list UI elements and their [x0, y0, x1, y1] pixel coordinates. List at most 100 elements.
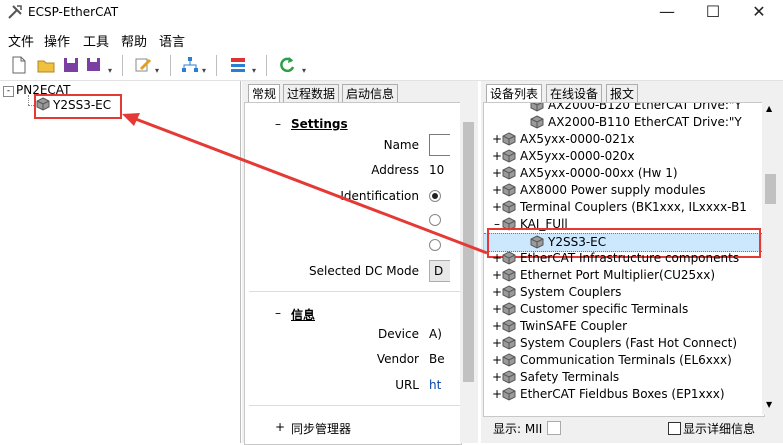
list-item[interactable]: + Communication Terminals (EL6xxx): [484, 352, 764, 369]
info-heading: 信息: [291, 308, 316, 322]
expand-icon[interactable]: +: [492, 370, 502, 384]
device-dropdown-chevron-icon[interactable]: ▾: [252, 66, 258, 75]
url-link[interactable]: ht: [429, 378, 441, 392]
device-box-icon: [502, 200, 516, 214]
toolbar-divider: [170, 55, 171, 76]
edit-dropdown-chevron-icon[interactable]: ▾: [155, 66, 161, 75]
list-item[interactable]: + TwinSAFE Coupler: [484, 318, 764, 335]
settings-collapse-toggle[interactable]: –: [275, 117, 281, 131]
show-details-label: 显示详细信息: [683, 422, 756, 436]
dc-mode-select[interactable]: D: [429, 260, 450, 282]
identification-radio-2[interactable]: [429, 214, 441, 226]
address-label: Address: [371, 163, 419, 177]
tab-process-data[interactable]: 过程数据: [283, 84, 340, 103]
expand-icon[interactable]: +: [492, 132, 502, 146]
tab-device-list[interactable]: 设备列表: [486, 84, 543, 103]
list-item[interactable]: + EtherCAT Infrastructure components: [484, 250, 764, 267]
list-item-label: System Couplers (Fast Hot Connect): [520, 336, 738, 350]
list-item-label: TwinSAFE Coupler: [520, 319, 628, 333]
network-dropdown-chevron-icon[interactable]: ▾: [202, 66, 208, 75]
list-item[interactable]: + System Couplers: [484, 284, 764, 301]
refresh-dropdown-chevron-icon[interactable]: ▾: [302, 66, 308, 75]
list-item[interactable]: + AX5yxx-0000-021x: [484, 131, 764, 148]
expand-icon[interactable]: +: [492, 387, 502, 401]
network-icon[interactable]: [180, 55, 200, 75]
list-item[interactable]: + Safety Terminals: [484, 369, 764, 386]
identification-radio-3[interactable]: [429, 239, 441, 251]
list-item[interactable]: AX2000-B110 EtherCAT Drive:"Y: [484, 114, 764, 131]
show-details-checkbox[interactable]: [668, 422, 681, 435]
device-list-icon[interactable]: [228, 55, 248, 75]
list-item[interactable]: + AX5yxx-0000-00xx (Hw 1): [484, 165, 764, 182]
save-as-icon[interactable]: [85, 55, 105, 75]
window-title: ECSP-EtherCAT: [28, 5, 119, 19]
scrollbar-thumb[interactable]: [463, 122, 474, 382]
device-box-icon: [502, 285, 516, 299]
menu-operate[interactable]: 操作: [44, 31, 70, 50]
refresh-icon[interactable]: [277, 55, 297, 75]
expand-icon[interactable]: +: [492, 319, 502, 333]
list-item[interactable]: + Ethernet Port Multiplier(CU25xx): [484, 267, 764, 284]
tab-online-devices[interactable]: 在线设备: [546, 84, 603, 103]
menu-file[interactable]: 文件: [8, 31, 34, 50]
expand-icon[interactable]: +: [492, 183, 502, 197]
expand-icon[interactable]: +: [492, 251, 502, 265]
name-input[interactable]: [429, 134, 450, 156]
vendor-label: Vendor: [376, 352, 419, 366]
library-scrollbar[interactable]: ▲ ▼: [762, 102, 779, 415]
display-mode-dropdown[interactable]: [547, 421, 561, 435]
expand-icon[interactable]: +: [492, 353, 502, 367]
sync-expand-toggle[interactable]: +: [275, 420, 285, 434]
save-dropdown-chevron-icon[interactable]: ▾: [108, 66, 114, 75]
edit-icon[interactable]: [133, 55, 153, 75]
new-file-icon[interactable]: [9, 55, 29, 75]
expand-icon[interactable]: +: [492, 302, 502, 316]
expand-icon[interactable]: +: [492, 166, 502, 180]
list-item-label: AX8000 Power supply modules: [520, 183, 706, 197]
list-item[interactable]: + AX8000 Power supply modules: [484, 182, 764, 199]
toolbar-divider: [266, 55, 267, 76]
toolbar: ▾ ▾ ▾ ▾ ▾: [0, 50, 783, 81]
list-item-label: EtherCAT Infrastructure components: [520, 251, 740, 265]
device-box-icon: [502, 268, 516, 282]
expand-icon[interactable]: +: [492, 285, 502, 299]
minimize-button[interactable]: —: [644, 0, 690, 26]
menu-help[interactable]: 帮助: [121, 31, 147, 50]
save-icon[interactable]: [61, 55, 81, 75]
close-button[interactable]: ✕: [736, 0, 782, 26]
tab-startup-info[interactable]: 启动信息: [342, 84, 399, 103]
expand-icon[interactable]: +: [492, 149, 502, 163]
expand-icon[interactable]: +: [492, 200, 502, 214]
tree-child-label[interactable]: Y2SS3-EC: [53, 98, 111, 112]
info-collapse-toggle[interactable]: –: [275, 306, 281, 320]
scrollbar-thumb[interactable]: [765, 174, 776, 204]
tab-messages[interactable]: 报文: [606, 84, 639, 103]
expand-icon[interactable]: +: [492, 268, 502, 282]
list-item[interactable]: AX2000-B120 EtherCAT Drive:"Y: [484, 103, 764, 114]
device-box-icon: [530, 115, 544, 129]
expand-icon[interactable]: +: [492, 336, 502, 350]
scroll-up-icon[interactable]: ▲: [766, 104, 772, 113]
open-folder-icon[interactable]: [36, 55, 56, 75]
list-item[interactable]: + Customer specific Terminals: [484, 301, 764, 318]
list-item[interactable]: + EtherCAT Fieldbus Boxes (EP1xxx): [484, 386, 764, 403]
list-item-label: AX5yxx-0000-021x: [520, 132, 635, 146]
menu-tools[interactable]: 工具: [83, 31, 109, 50]
name-label: Name: [383, 138, 419, 152]
properties-content: – Settings Name Address 10 Identificatio…: [244, 102, 462, 445]
identification-radio-1[interactable]: [429, 190, 441, 202]
list-item[interactable]: + Terminal Couplers (BK1xxx, ILxxxx-B1: [484, 199, 764, 216]
tree-collapse-toggle[interactable]: -: [3, 86, 14, 97]
scroll-down-icon[interactable]: ▼: [766, 400, 772, 409]
device-box-icon: [502, 132, 516, 146]
menu-language[interactable]: 语言: [159, 31, 185, 50]
list-item[interactable]: + AX5yxx-0000-020x: [484, 148, 764, 165]
tab-general[interactable]: 常规: [248, 84, 281, 103]
list-item-label: System Couplers: [520, 285, 622, 299]
device-library-list: AX2000-B120 EtherCAT Drive:"Y AX2000-B110…: [483, 102, 765, 417]
identification-label: Identification: [340, 189, 419, 203]
maximize-button[interactable]: ☐: [690, 0, 736, 26]
list-item-label: EtherCAT Fieldbus Boxes (EP1xxx): [520, 387, 725, 401]
list-item[interactable]: + System Couplers (Fast Hot Connect): [484, 335, 764, 352]
properties-scrollbar[interactable]: [460, 102, 477, 443]
